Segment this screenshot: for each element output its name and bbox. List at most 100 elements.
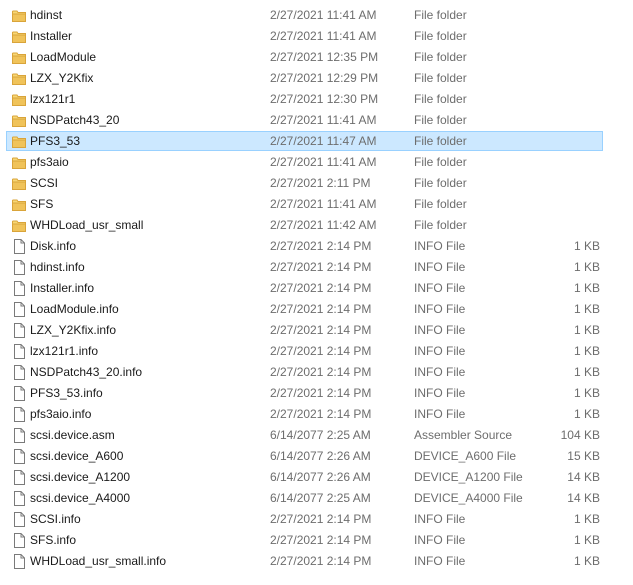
file-name: Installer [30, 29, 73, 43]
folder-icon [12, 29, 26, 44]
file-row[interactable]: LZX_Y2Kfix 2/27/2021 12:29 PM File folde… [0, 68, 633, 89]
file-size: 1 KB [573, 554, 600, 568]
file-type: INFO File [414, 533, 466, 547]
file-date-modified: 2/27/2021 2:14 PM [270, 365, 372, 379]
file-name: hdinst [30, 8, 63, 22]
file-date-modified: 2/27/2021 2:14 PM [270, 554, 372, 568]
file-row[interactable]: LoadModule 2/27/2021 12:35 PM File folde… [0, 47, 633, 68]
file-row[interactable]: WHDLoad_usr_small.info 2/27/2021 2:14 PM… [0, 551, 633, 572]
file-name: LZX_Y2Kfix [30, 71, 94, 85]
file-row[interactable]: Installer 2/27/2021 11:41 AM File folder [0, 26, 633, 47]
file-date-modified: 2/27/2021 2:14 PM [270, 323, 372, 337]
file-name: scsi.device_A4000 [30, 491, 131, 505]
file-date-modified: 6/14/2077 2:26 AM [270, 470, 371, 484]
file-row[interactable]: Disk.info 2/27/2021 2:14 PM INFO File 1 … [0, 236, 633, 257]
file-row[interactable]: SCSI 2/27/2021 2:11 PM File folder [0, 173, 633, 194]
file-row[interactable]: LZX_Y2Kfix.info 2/27/2021 2:14 PM INFO F… [0, 320, 633, 341]
file-date-modified: 2/27/2021 11:41 AM [270, 8, 377, 22]
file-row[interactable]: pfs3aio.info 2/27/2021 2:14 PM INFO File… [0, 404, 633, 425]
file-row[interactable]: SCSI.info 2/27/2021 2:14 PM INFO File 1 … [0, 509, 633, 530]
file-row[interactable]: NSDPatch43_20.info 2/27/2021 2:14 PM INF… [0, 362, 633, 383]
file-icon [12, 323, 26, 338]
file-row[interactable]: scsi.device.asm 6/14/2077 2:25 AM Assemb… [0, 425, 633, 446]
file-row[interactable]: SFS 2/27/2021 11:41 AM File folder [0, 194, 633, 215]
file-date-modified: 2/27/2021 11:41 AM [270, 155, 377, 169]
file-type: File folder [414, 29, 467, 43]
file-date-modified: 2/27/2021 11:47 AM [270, 134, 377, 148]
folder-icon [12, 113, 26, 128]
file-icon [12, 281, 26, 296]
file-row[interactable]: NSDPatch43_20 2/27/2021 11:41 AM File fo… [0, 110, 633, 131]
file-icon [12, 239, 26, 254]
file-date-modified: 6/14/2077 2:25 AM [270, 428, 371, 442]
file-row[interactable]: scsi.device_A600 6/14/2077 2:26 AM DEVIC… [0, 446, 633, 467]
file-type: INFO File [414, 323, 466, 337]
file-icon [12, 365, 26, 380]
file-type: DEVICE_A600 File [414, 449, 517, 463]
folder-icon [12, 218, 26, 233]
file-row[interactable]: PFS3_53.info 2/27/2021 2:14 PM INFO File… [0, 383, 633, 404]
file-size: 1 KB [573, 239, 600, 253]
file-icon [12, 512, 26, 527]
file-type: DEVICE_A4000 File [414, 491, 523, 505]
file-row[interactable]: SFS.info 2/27/2021 2:14 PM INFO File 1 K… [0, 530, 633, 551]
file-type: INFO File [414, 260, 466, 274]
file-type: Assembler Source [414, 428, 513, 442]
file-icon [12, 428, 26, 443]
file-name: hdinst.info [30, 260, 85, 274]
file-size: 1 KB [573, 407, 600, 421]
file-name: lzx121r1 [30, 92, 76, 106]
file-icon [12, 260, 26, 275]
file-size: 14 KB [567, 491, 600, 505]
file-row[interactable]: WHDLoad_usr_small 2/27/2021 11:42 AM Fil… [0, 215, 633, 236]
file-icon [12, 533, 26, 548]
file-name: WHDLoad_usr_small [30, 218, 144, 232]
file-name: SFS [30, 197, 54, 211]
folder-icon [12, 92, 26, 107]
file-type: INFO File [414, 407, 466, 421]
file-size: 1 KB [573, 260, 600, 274]
file-date-modified: 2/27/2021 2:14 PM [270, 533, 372, 547]
folder-icon [12, 50, 26, 65]
file-date-modified: 2/27/2021 2:14 PM [270, 281, 372, 295]
file-row[interactable]: scsi.device_A1200 6/14/2077 2:26 AM DEVI… [0, 467, 633, 488]
file-icon [12, 554, 26, 569]
file-size: 1 KB [573, 512, 600, 526]
file-date-modified: 2/27/2021 11:41 AM [270, 113, 377, 127]
file-date-modified: 2/27/2021 2:11 PM [270, 176, 371, 190]
file-type: File folder [414, 176, 467, 190]
file-name: LoadModule [30, 50, 97, 64]
file-type: DEVICE_A1200 File [414, 470, 523, 484]
file-date-modified: 6/14/2077 2:25 AM [270, 491, 371, 505]
folder-icon [12, 71, 26, 86]
file-row[interactable]: Installer.info 2/27/2021 2:14 PM INFO Fi… [0, 278, 633, 299]
file-date-modified: 2/27/2021 2:14 PM [270, 260, 372, 274]
file-name: NSDPatch43_20 [30, 113, 120, 127]
file-date-modified: 2/27/2021 2:14 PM [270, 344, 372, 358]
file-row[interactable]: PFS3_53 2/27/2021 11:47 AM File folder [0, 131, 633, 152]
file-icon [12, 449, 26, 464]
file-name: pfs3aio.info [30, 407, 92, 421]
file-row[interactable]: hdinst 2/27/2021 11:41 AM File folder [0, 5, 633, 26]
file-date-modified: 2/27/2021 2:14 PM [270, 512, 372, 526]
file-type: File folder [414, 92, 467, 106]
file-type: INFO File [414, 239, 466, 253]
file-row[interactable]: pfs3aio 2/27/2021 11:41 AM File folder [0, 152, 633, 173]
file-row[interactable]: hdinst.info 2/27/2021 2:14 PM INFO File … [0, 257, 633, 278]
file-date-modified: 2/27/2021 2:14 PM [270, 239, 372, 253]
file-name: PFS3_53 [30, 134, 81, 148]
file-type: File folder [414, 155, 467, 169]
file-icon [12, 407, 26, 422]
file-type: INFO File [414, 512, 466, 526]
file-row[interactable]: LoadModule.info 2/27/2021 2:14 PM INFO F… [0, 299, 633, 320]
file-row[interactable]: lzx121r1 2/27/2021 12:30 PM File folder [0, 89, 633, 110]
file-size: 1 KB [573, 386, 600, 400]
file-type: File folder [414, 50, 467, 64]
folder-icon [12, 134, 26, 149]
file-row[interactable]: lzx121r1.info 2/27/2021 2:14 PM INFO Fil… [0, 341, 633, 362]
file-date-modified: 2/27/2021 11:41 AM [270, 197, 377, 211]
file-icon [12, 344, 26, 359]
file-type: File folder [414, 113, 467, 127]
file-name: SCSI [30, 176, 59, 190]
file-row[interactable]: scsi.device_A4000 6/14/2077 2:25 AM DEVI… [0, 488, 633, 509]
